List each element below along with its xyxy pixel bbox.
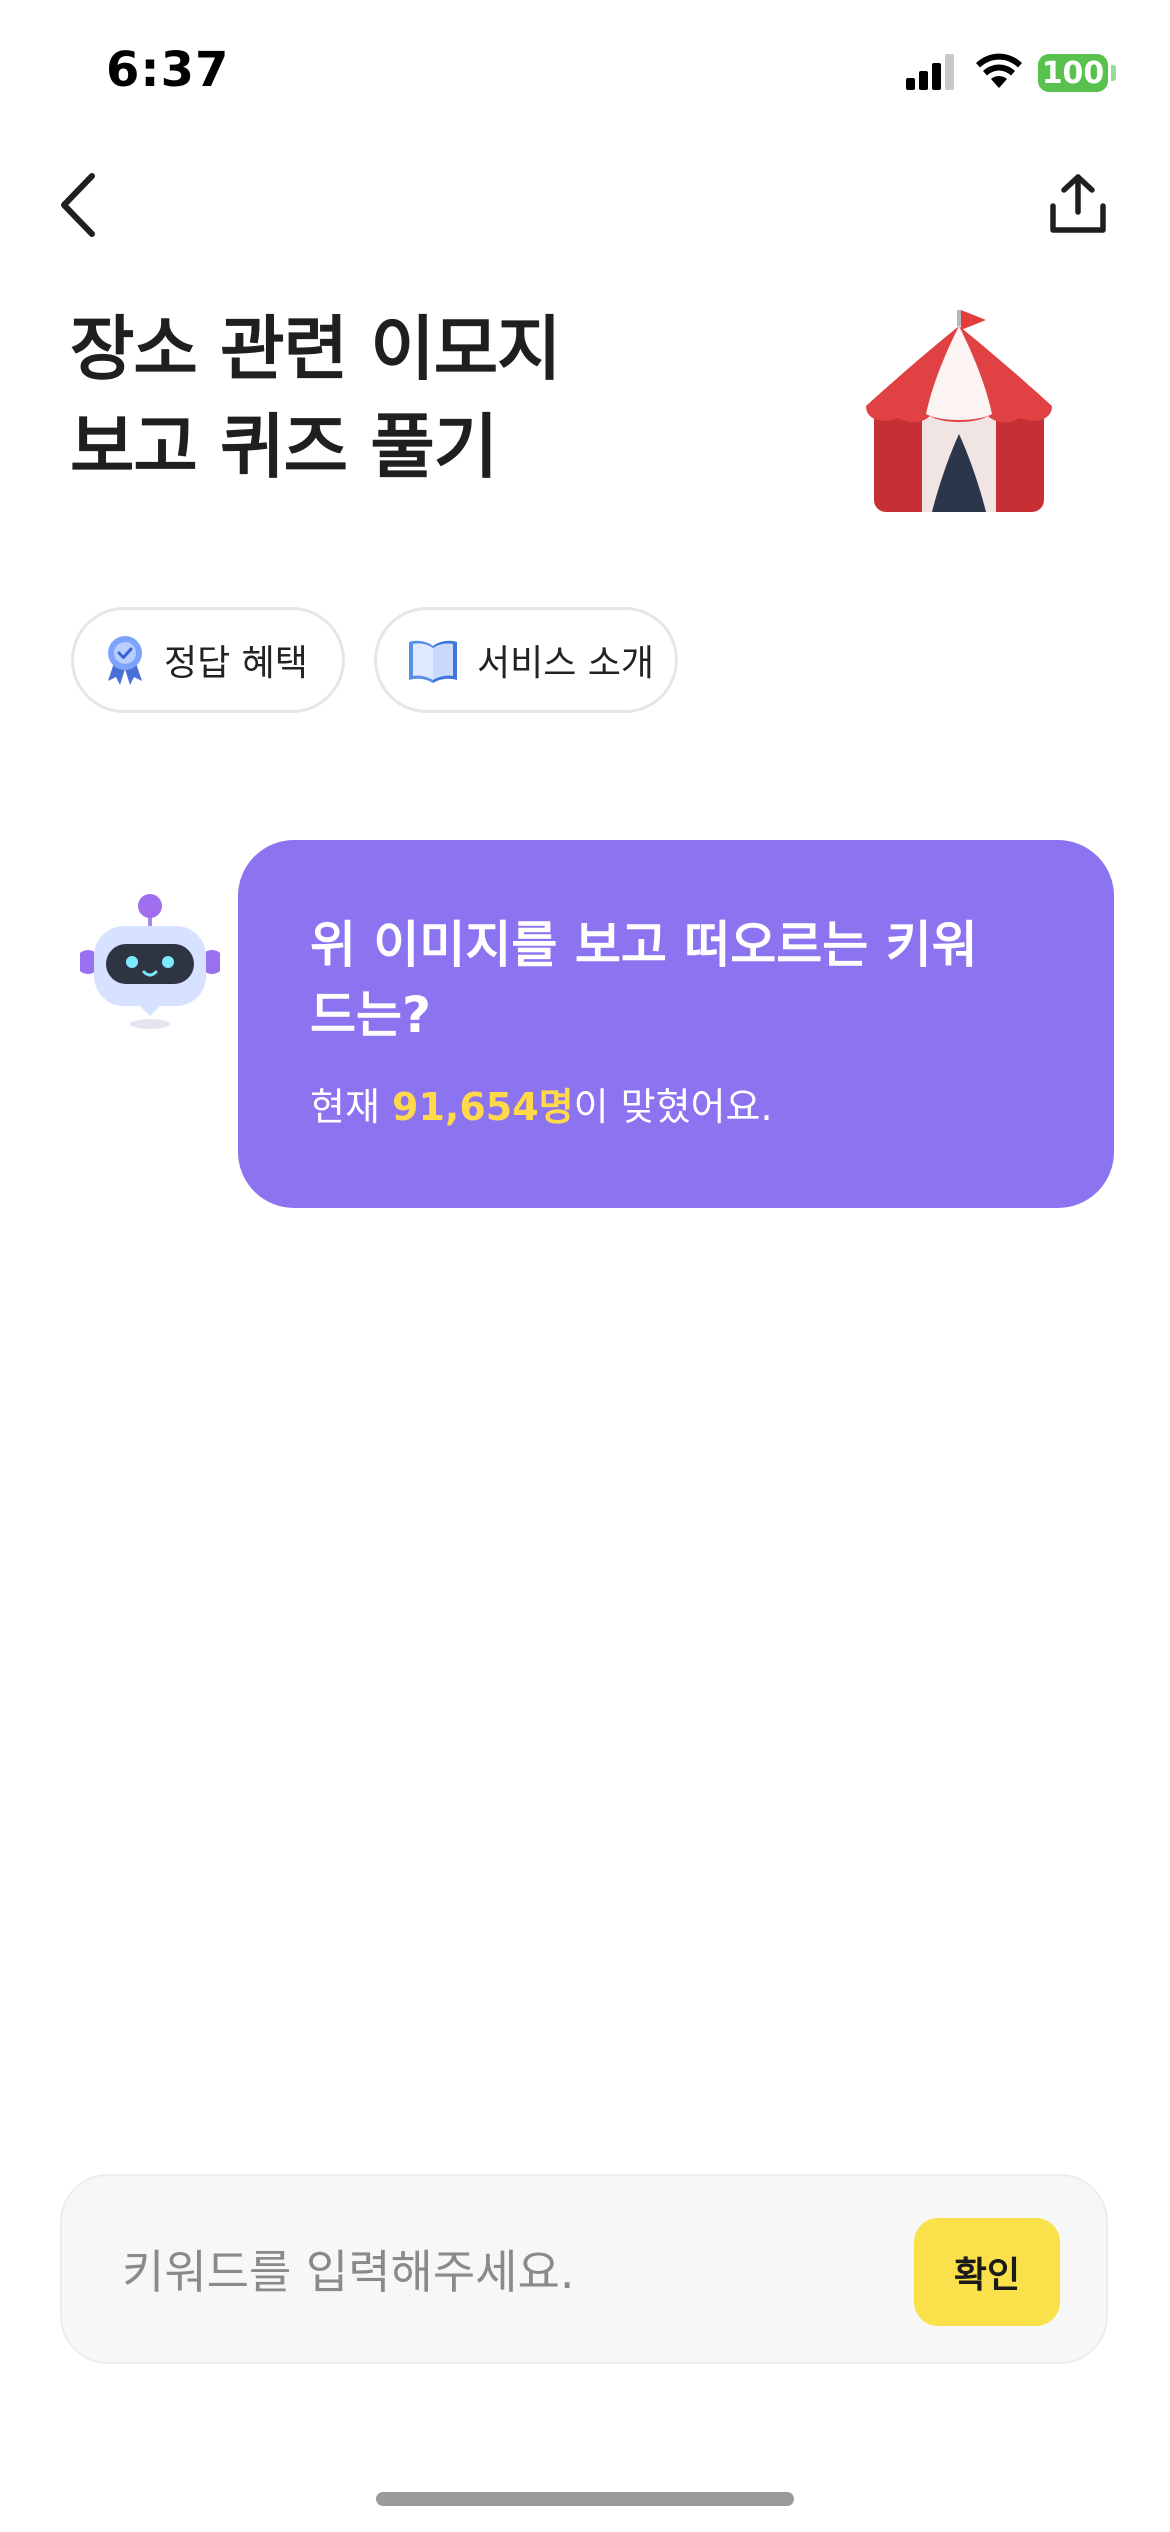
title-line-2: 보고 퀴즈 풀기 <box>70 406 498 488</box>
share-upload-icon[interactable] <box>1048 172 1108 236</box>
circus-tent-icon <box>866 310 1052 512</box>
benefit-chip-label: 정답 혜택 <box>164 643 308 684</box>
robot-icon <box>80 894 220 1029</box>
quiz-question-bubble: 위 이미지를 보고 떠오르는 키워드는? 현재 91,654명이 맞혔어요. <box>238 840 1114 1208</box>
award-badge-icon <box>108 636 142 685</box>
battery-icon: 100 <box>1038 54 1108 92</box>
status-prefix: 현재 <box>310 1085 392 1129</box>
wifi-icon <box>976 53 1022 88</box>
correct-count: 91,654명 <box>392 1085 574 1129</box>
signal-icon <box>906 54 954 90</box>
page-title: 장소 관련 이모지 보고 퀴즈 풀기 <box>70 300 562 496</box>
chevron-left-icon[interactable] <box>56 170 100 240</box>
service-intro-chip-label: 서비스 소개 <box>477 643 655 684</box>
status-time: 6:37 <box>106 42 230 98</box>
battery-level: 100 <box>1041 55 1105 91</box>
correct-count-status: 현재 91,654명이 맞혔어요. <box>310 1076 1042 1131</box>
open-book-icon <box>409 640 457 683</box>
confirm-button[interactable]: 확인 <box>914 2218 1060 2326</box>
status-bar: 6:37 100 <box>0 0 1170 150</box>
quiz-question: 위 이미지를 보고 떠오르는 키워드는? <box>310 916 978 1044</box>
status-suffix: 이 맞혔어요. <box>573 1085 773 1129</box>
benefit-chip[interactable]: 정답 혜택 <box>71 607 345 713</box>
keyword-input-bar: 확인 <box>60 2174 1108 2364</box>
home-indicator[interactable] <box>376 2492 794 2506</box>
title-line-1: 장소 관련 이모지 <box>70 308 562 390</box>
keyword-input[interactable] <box>120 2226 904 2318</box>
service-intro-chip[interactable]: 서비스 소개 <box>374 607 678 713</box>
battery-tip <box>1111 65 1116 81</box>
